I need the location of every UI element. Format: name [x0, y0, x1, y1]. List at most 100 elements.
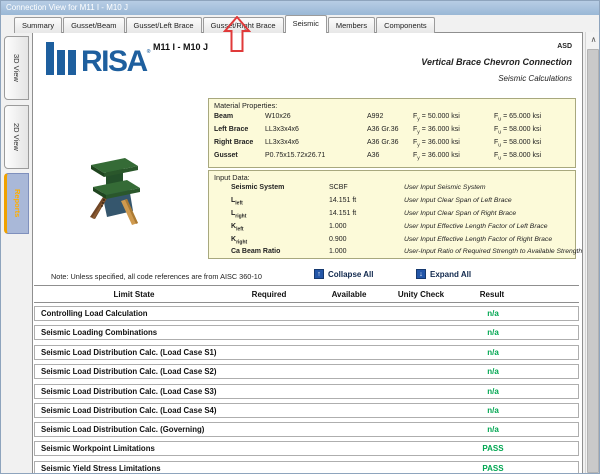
result-row-controlling-load[interactable]: Controlling Load Calculation n/a	[34, 306, 579, 321]
registered-mark: ®	[147, 49, 149, 55]
input-row: Seismic System SCBF User Input Seismic S…	[209, 184, 575, 196]
result-value: PASS	[482, 462, 503, 474]
result-row-loading-combinations[interactable]: Seismic Loading Combinations n/a	[34, 325, 579, 340]
material-fu: Fu=58.000 ksi	[494, 152, 541, 161]
material-fy: Fy=50.000 ksi	[413, 113, 460, 122]
code-reference-note: Note: Unless specified, all code referen…	[51, 272, 262, 281]
material-grade: A992	[367, 113, 383, 120]
material-shape: W10x26	[265, 113, 291, 120]
material-row: Beam W10x26 A992 Fy=50.000 ksi Fu=65.000…	[209, 113, 575, 125]
bolt-dot	[103, 199, 105, 201]
report-tab-bar: SummaryGusset/BeamGusset/Left BraceGusse…	[1, 15, 600, 32]
material-fu: Fu=58.000 ksi	[494, 139, 541, 148]
tab-gusset-left-brace[interactable]: Gusset/Left Brace	[126, 17, 202, 33]
side-tab-reports[interactable]: Reports	[4, 173, 29, 234]
input-row: Kleft 1.000 User Input Effective Length …	[209, 223, 575, 235]
result-value: n/a	[487, 346, 499, 360]
material-name: Left Brace	[214, 126, 248, 133]
tab-gusset-beam[interactable]: Gusset/Beam	[63, 17, 124, 33]
input-description: User Input Effective Length Factor of Ri…	[404, 236, 552, 243]
result-row-load-case-s4[interactable]: Seismic Load Distribution Calc. (Load Ca…	[34, 403, 579, 418]
result-row-load-case-s1[interactable]: Seismic Load Distribution Calc. (Load Ca…	[34, 345, 579, 360]
result-row-governing[interactable]: Seismic Load Distribution Calc. (Governi…	[34, 422, 579, 437]
side-tab-strip: 3D View 2D View Reports	[1, 32, 32, 474]
input-description: User Input Effective Length Factor of Le…	[404, 223, 548, 230]
input-value: 1.000	[329, 223, 347, 230]
side-tab-3d-view[interactable]: 3D View	[4, 36, 29, 100]
material-fu: Fu=58.000 ksi	[494, 126, 541, 135]
input-value: 0.900	[329, 236, 347, 243]
material-fy: Fy=36.000 ksi	[413, 152, 460, 161]
limit-state-label: Seismic Workpoint Limitations	[41, 442, 155, 456]
result-row-load-case-s2[interactable]: Seismic Load Distribution Calc. (Load Ca…	[34, 364, 579, 379]
header-required: Required	[252, 290, 287, 299]
input-label: Lright	[231, 210, 246, 219]
header-result: Result	[480, 290, 504, 299]
result-value: n/a	[487, 365, 499, 379]
logo-wordmark: RISA®	[81, 50, 149, 75]
input-description: User Input Clear Span of Left Brace	[404, 197, 512, 204]
tab-seismic[interactable]: Seismic	[285, 15, 327, 33]
material-properties-title: Material Properties:	[214, 101, 277, 110]
collapse-all-icon: ↑	[314, 269, 324, 279]
input-row: Lright 14.151 ft User Input Clear Span o…	[209, 210, 575, 222]
material-grade: A36 Gr.36	[367, 139, 399, 146]
connection-id-title: M11 I - M10 J	[153, 42, 208, 52]
limit-state-label: Seismic Load Distribution Calc. (Load Ca…	[41, 385, 216, 399]
input-description: User-Input Ratio of Required Strength to…	[404, 248, 582, 255]
tab-members[interactable]: Members	[328, 17, 375, 33]
result-value: n/a	[487, 385, 499, 399]
vertical-scrollbar[interactable]: ∧	[585, 32, 600, 474]
scroll-up-icon[interactable]: ∧	[586, 32, 600, 48]
connection-view-window: Connection View for M11 I - M10 J Summar…	[0, 0, 600, 474]
header-unity-check: Unity Check	[398, 290, 444, 299]
collapse-all-button[interactable]: ↑ Collapse All	[314, 269, 374, 279]
connection-3d-view	[81, 157, 149, 233]
input-row: Ca Beam Ratio 1.000 User-Input Ratio of …	[209, 248, 575, 260]
result-value: PASS	[482, 442, 503, 456]
scrollbar-thumb[interactable]	[587, 49, 599, 473]
input-row: Kright 0.900 User Input Effective Length…	[209, 236, 575, 248]
input-label: Ca Beam Ratio	[231, 248, 280, 257]
input-value: 14.151 ft	[329, 210, 356, 217]
input-value: 14.151 ft	[329, 197, 356, 204]
limit-state-label: Seismic Loading Combinations	[41, 326, 157, 340]
material-shape: LL3x3x4x6	[265, 139, 299, 146]
result-value: n/a	[487, 307, 499, 321]
material-shape: LL3x3x4x6	[265, 126, 299, 133]
expand-all-button[interactable]: ↓ Expand All	[416, 269, 471, 279]
material-row: Right Brace LL3x3x4x6 A36 Gr.36 Fy=36.00…	[209, 139, 575, 151]
header-available: Available	[332, 290, 367, 299]
material-fu: Fu=65.000 ksi	[494, 113, 541, 122]
material-grade: A36 Gr.36	[367, 126, 399, 133]
result-value: n/a	[487, 326, 499, 340]
result-row-yield-stress-limitations[interactable]: Seismic Yield Stress Limitations PASS	[34, 461, 579, 474]
tab-summary[interactable]: Summary	[14, 17, 62, 33]
header-limit-state: Limit State	[114, 290, 155, 299]
limit-state-label: Seismic Load Distribution Calc. (Load Ca…	[41, 365, 216, 379]
limit-state-label: Seismic Load Distribution Calc. (Governi…	[41, 423, 204, 437]
input-label: Lleft	[231, 197, 243, 206]
input-label: Seismic System	[231, 184, 284, 193]
limit-state-label: Seismic Load Distribution Calc. (Load Ca…	[41, 346, 216, 360]
calculation-type-label: Seismic Calculations	[498, 74, 572, 83]
limit-state-label: Seismic Yield Stress Limitations	[41, 462, 161, 474]
annotation-up-arrow-icon	[223, 16, 251, 52]
input-value: SCBF	[329, 184, 348, 191]
input-row: Lleft 14.151 ft User Input Clear Span of…	[209, 197, 575, 209]
window-titlebar[interactable]: Connection View for M11 I - M10 J	[1, 1, 600, 15]
material-row: Left Brace LL3x3x4x6 A36 Gr.36 Fy=36.000…	[209, 126, 575, 138]
material-fy: Fy=36.000 ksi	[413, 126, 460, 135]
window-title: Connection View for M11 I - M10 J	[6, 3, 128, 12]
result-value: n/a	[487, 404, 499, 418]
side-tab-2d-view[interactable]: 2D View	[4, 105, 29, 169]
result-row-load-case-s3[interactable]: Seismic Load Distribution Calc. (Load Ca…	[34, 384, 579, 399]
material-row: Gusset P0.75x15.72x26.71 A36 Fy=36.000 k…	[209, 152, 575, 164]
expand-all-label: Expand All	[430, 270, 471, 279]
result-row-workpoint-limitations[interactable]: Seismic Workpoint Limitations PASS	[34, 441, 579, 456]
input-data-box: Input Data: Seismic System SCBF User Inp…	[208, 170, 576, 259]
input-value: 1.000	[329, 248, 347, 255]
input-description: User Input Seismic System	[404, 184, 486, 191]
tab-components[interactable]: Components	[376, 17, 435, 33]
design-method-label: ASD	[557, 43, 572, 50]
